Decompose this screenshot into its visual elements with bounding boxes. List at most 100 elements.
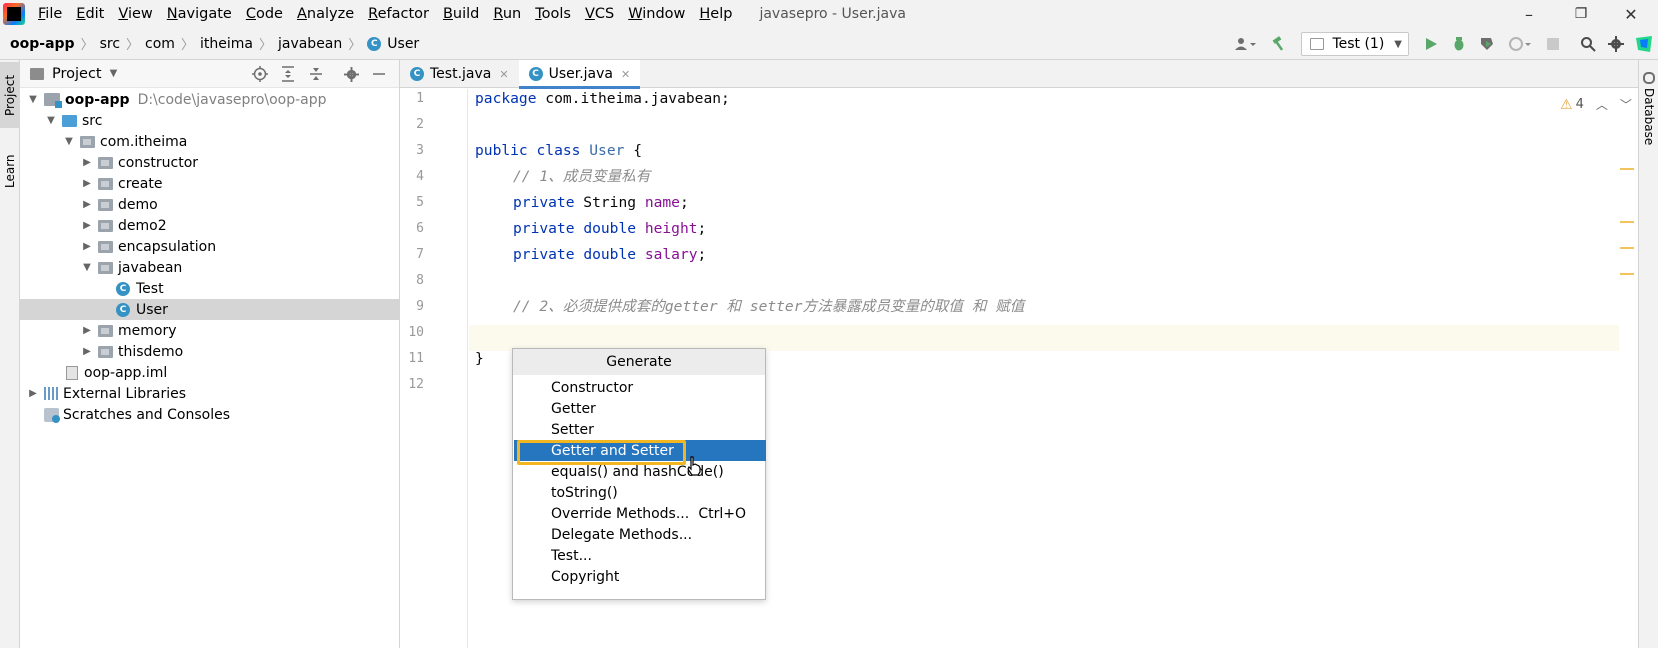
chevron-right-icon[interactable]: ▶ bbox=[80, 157, 94, 168]
menu-run[interactable]: Run bbox=[486, 0, 528, 28]
tree-item-src[interactable]: ▼ src bbox=[20, 110, 400, 131]
menu-edit[interactable]: Edit bbox=[69, 0, 111, 28]
restore-button[interactable]: ❐ bbox=[1558, 0, 1604, 28]
coverage-icon[interactable] bbox=[1474, 31, 1500, 57]
error-stripe-mark[interactable] bbox=[1620, 221, 1634, 223]
settings-icon[interactable] bbox=[338, 61, 364, 87]
generate-item-equals-hashcode[interactable]: equals() and hashCode() bbox=[514, 461, 766, 482]
collapse-all-icon[interactable] bbox=[303, 61, 329, 87]
tab-user-java[interactable]: C User.java ✕ bbox=[518, 60, 641, 89]
menu-code[interactable]: Code bbox=[239, 0, 290, 28]
inspection-widget[interactable]: ⚠ 4 ︿ ﹀ bbox=[1560, 96, 1632, 113]
breadcrumb-item[interactable]: src bbox=[100, 36, 120, 52]
chevron-right-icon[interactable]: ▶ bbox=[80, 220, 94, 231]
menu-help[interactable]: Help bbox=[692, 0, 739, 28]
menu-view[interactable]: View bbox=[111, 0, 159, 28]
build-hammer-icon[interactable] bbox=[1266, 31, 1292, 57]
generate-item-test[interactable]: Test... bbox=[514, 545, 766, 566]
chevron-down-icon[interactable]: ▼ bbox=[26, 94, 40, 105]
generate-popup-title: Generate bbox=[513, 349, 765, 375]
jetbrains-toolbox-icon[interactable] bbox=[1631, 31, 1657, 57]
profile-icon[interactable] bbox=[1502, 31, 1538, 57]
tree-item-thisdemo[interactable]: ▶ thisdemo bbox=[20, 341, 400, 362]
chevron-down-icon[interactable]: ▼ bbox=[110, 68, 118, 79]
chevron-right-icon[interactable]: ▶ bbox=[80, 178, 94, 189]
close-tab-icon[interactable]: ✕ bbox=[621, 68, 630, 81]
line-number: 2 bbox=[416, 117, 424, 132]
chevron-down-icon[interactable]: ▼ bbox=[62, 136, 76, 147]
search-icon[interactable] bbox=[1575, 31, 1601, 57]
menu-window[interactable]: Window bbox=[621, 0, 692, 28]
breadcrumb-item[interactable]: javabean bbox=[278, 36, 342, 52]
tree-item-user-class[interactable]: C User bbox=[20, 299, 400, 320]
project-tool-tab[interactable]: Project bbox=[0, 62, 20, 128]
menu-refactor[interactable]: Refactor bbox=[361, 0, 436, 28]
locate-file-icon[interactable] bbox=[247, 61, 273, 87]
generate-item-delegate-methods[interactable]: Delegate Methods... bbox=[514, 524, 766, 545]
generate-item-copyright[interactable]: Copyright bbox=[514, 566, 766, 587]
tree-item-create[interactable]: ▶ create bbox=[20, 173, 400, 194]
chevron-down-icon[interactable]: ▼ bbox=[80, 262, 94, 273]
tree-item-label: oop-app bbox=[65, 91, 130, 108]
breadcrumb-item[interactable]: itheima bbox=[200, 36, 253, 52]
menu-tools[interactable]: Tools bbox=[528, 0, 578, 28]
close-tab-icon[interactable]: ✕ bbox=[499, 68, 508, 81]
menu-vcs[interactable]: VCS bbox=[578, 0, 621, 28]
tree-item-javabean[interactable]: ▼ javabean bbox=[20, 257, 400, 278]
menu-build[interactable]: Build bbox=[436, 0, 486, 28]
code-line-5: private String name; bbox=[513, 190, 689, 216]
tree-item-memory[interactable]: ▶ memory bbox=[20, 320, 400, 341]
chevron-down-icon[interactable]: ▼ bbox=[44, 115, 58, 126]
chevron-down-icon[interactable]: ﹀ bbox=[1620, 96, 1632, 113]
database-tool-tab[interactable]: Database bbox=[1639, 88, 1658, 168]
generate-item-override-methods[interactable]: Override Methods... Ctrl+O bbox=[514, 503, 766, 524]
chevron-right-icon[interactable]: ▶ bbox=[80, 346, 94, 357]
generate-item-tostring[interactable]: toString() bbox=[514, 482, 766, 503]
breadcrumb-item[interactable]: User bbox=[387, 36, 419, 52]
breadcrumb-item[interactable]: oop-app bbox=[10, 36, 75, 52]
tree-item-oop-app[interactable]: ▼ oop-app D:\code\javasepro\oop-app bbox=[20, 89, 400, 110]
tab-test-java[interactable]: C Test.java ✕ bbox=[400, 60, 519, 88]
tree-item-com-itheima[interactable]: ▼ com.itheima bbox=[20, 131, 400, 152]
tree-item-encapsulation[interactable]: ▶ encapsulation bbox=[20, 236, 400, 257]
settings-icon[interactable] bbox=[1603, 31, 1629, 57]
menu-file[interactable]: File bbox=[31, 0, 69, 28]
close-window-button[interactable]: ✕ bbox=[1608, 0, 1654, 28]
menu-analyze[interactable]: Analyze bbox=[290, 0, 361, 28]
menu-navigate[interactable]: Navigate bbox=[160, 0, 239, 28]
chevron-right-icon[interactable]: ▶ bbox=[26, 388, 40, 399]
tree-item-demo2[interactable]: ▶ demo2 bbox=[20, 215, 400, 236]
project-view-selector[interactable]: Project bbox=[52, 66, 102, 82]
run-configuration-selector[interactable]: Test (1) ▼ bbox=[1301, 32, 1409, 56]
chevron-right-icon[interactable]: ▶ bbox=[80, 241, 94, 252]
expand-all-icon[interactable] bbox=[275, 61, 301, 87]
generate-item-setter[interactable]: Setter bbox=[514, 419, 766, 440]
hide-panel-icon[interactable] bbox=[366, 61, 392, 87]
breadcrumb-separator-icon: 〉 bbox=[80, 38, 94, 53]
error-stripe-mark[interactable] bbox=[1620, 168, 1634, 170]
tree-item-scratches[interactable]: Scratches and Consoles bbox=[20, 404, 400, 425]
generate-item-label: Delegate Methods... bbox=[551, 526, 693, 543]
chevron-right-icon[interactable]: ▶ bbox=[80, 325, 94, 336]
tree-item-label: create bbox=[118, 175, 163, 192]
generate-item-getter-and-setter[interactable]: Getter and Setter bbox=[514, 440, 766, 461]
error-stripe-mark[interactable] bbox=[1620, 273, 1634, 275]
stop-icon[interactable] bbox=[1540, 31, 1566, 57]
tree-item-oop-app-iml[interactable]: oop-app.iml bbox=[20, 362, 400, 383]
minimize-button[interactable]: – bbox=[1506, 0, 1552, 28]
chevron-up-icon[interactable]: ︿ bbox=[1596, 96, 1608, 113]
tree-item-external-libraries[interactable]: ▶ External Libraries bbox=[20, 383, 400, 404]
tree-item-test-class[interactable]: C Test bbox=[20, 278, 400, 299]
tree-item-demo[interactable]: ▶ demo bbox=[20, 194, 400, 215]
run-icon[interactable] bbox=[1418, 31, 1444, 57]
error-stripe-mark[interactable] bbox=[1620, 247, 1634, 249]
chevron-right-icon[interactable]: ▶ bbox=[80, 199, 94, 210]
tree-item-constructor[interactable]: ▶ constructor bbox=[20, 152, 400, 173]
generate-item-constructor[interactable]: Constructor bbox=[514, 377, 766, 398]
breadcrumb-item[interactable]: com bbox=[145, 36, 175, 52]
user-icon[interactable] bbox=[1228, 31, 1264, 57]
debug-icon[interactable] bbox=[1446, 31, 1472, 57]
database-icon bbox=[1643, 72, 1655, 84]
learn-tool-tab[interactable]: Learn bbox=[0, 140, 20, 202]
generate-item-getter[interactable]: Getter bbox=[514, 398, 766, 419]
